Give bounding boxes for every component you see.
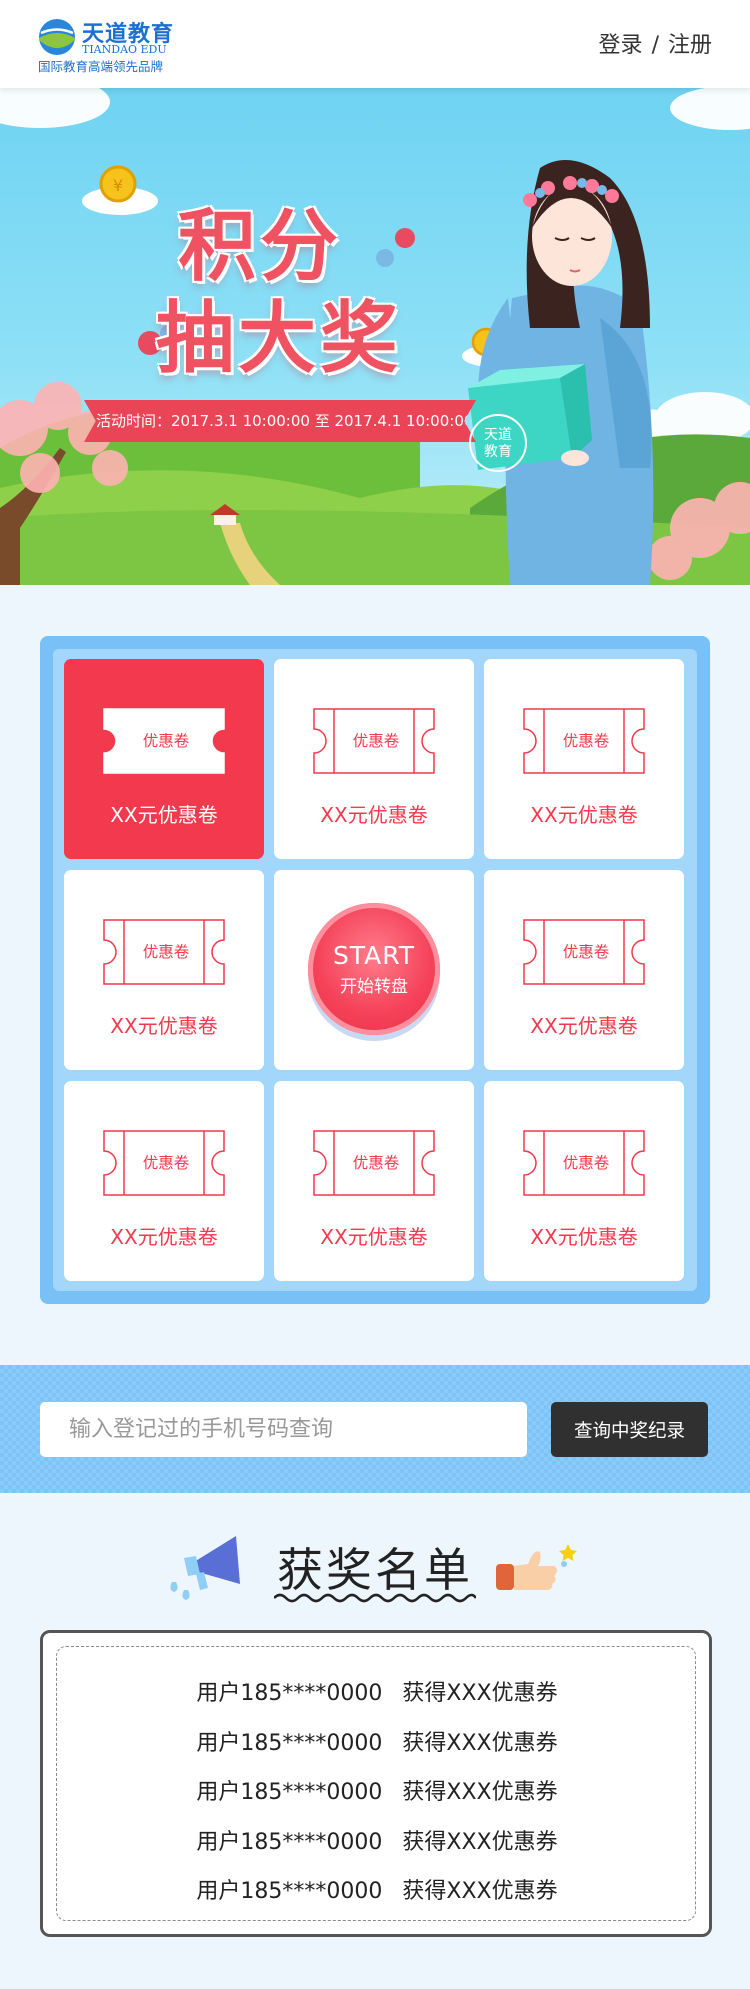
ticket-label: 优惠卷 <box>352 1154 400 1172</box>
start-label-cn: 开始转盘 <box>340 977 408 997</box>
prize-cell[interactable]: 优惠卷 XX元优惠卷 <box>64 659 264 859</box>
logo-english-name: TIANDAO EDU <box>82 43 167 56</box>
lottery-grid-inner: 优惠卷 XX元优惠卷 优惠卷 XX元优惠卷 优惠卷 XX元优惠卷 优惠卷 XX元… <box>53 649 697 1291</box>
ticket-label: 优惠卷 <box>142 732 190 750</box>
prize-cell[interactable]: 优惠卷 XX元优惠卷 <box>484 870 684 1070</box>
start-label-en: START <box>332 941 416 970</box>
svg-text:¥: ¥ <box>113 176 123 195</box>
thumbs-up-icon <box>496 1544 577 1590</box>
prize-cell[interactable]: 优惠卷 XX元优惠卷 <box>484 1081 684 1281</box>
winner-row: 用户185****0000 获得XXX优惠券 <box>57 1774 697 1806</box>
winner-row: 用户185****0000 获得XXX优惠券 <box>57 1824 697 1856</box>
prize-cell[interactable]: 优惠卷 XX元优惠卷 <box>274 1081 474 1281</box>
gift-box-label-line1: 天道 <box>484 427 512 443</box>
phone-search-input[interactable] <box>40 1402 527 1457</box>
winners-list: 用户185****0000 获得XXX优惠券 用户185****0000 获得XXX优… <box>56 1646 696 1921</box>
top-header: 天道教育 TIANDAO EDU 国际教育高端领先品牌 登录 / 注册 <box>0 0 750 88</box>
lottery-grid: 优惠卷 XX元优惠卷 优惠卷 XX元优惠卷 优惠卷 XX元优惠卷 优惠卷 XX元… <box>40 636 710 1304</box>
prize-label: XX元优惠卷 <box>320 1225 428 1249</box>
ticket-label: 优惠卷 <box>142 1154 190 1172</box>
ticket-label: 优惠卷 <box>562 943 610 961</box>
prize-label: XX元优惠卷 <box>530 1014 638 1038</box>
prize-label: XX元优惠卷 <box>530 1225 638 1249</box>
brand-logo[interactable]: 天道教育 TIANDAO EDU 国际教育高端领先品牌 <box>38 14 198 74</box>
winner-user: 用户185****0000 <box>196 1879 383 1904</box>
winner-prize: 获得XXX优惠券 <box>402 1730 558 1756</box>
ticket-label: 优惠卷 <box>562 732 610 750</box>
winner-user: 用户185****0000 <box>196 1780 383 1805</box>
query-section: 查询中奖纪录 <box>0 1365 750 1493</box>
winner-row: 用户185****0000 获得XXX优惠券 <box>57 1725 697 1757</box>
prize-label: XX元优惠卷 <box>530 803 638 827</box>
query-records-button[interactable]: 查询中奖纪录 <box>551 1402 708 1457</box>
auth-links: 登录 / 注册 <box>599 27 712 59</box>
winner-user: 用户185****0000 <box>196 1730 383 1756</box>
winner-prize: 获得XXX优惠券 <box>402 1829 558 1855</box>
prize-cell[interactable]: 优惠卷 XX元优惠卷 <box>484 659 684 859</box>
winners-list-box: 用户185****0000 获得XXX优惠券 用户185****0000 获得XXX优… <box>40 1630 712 1937</box>
winners-heading: 获奖名单 <box>0 1520 750 1620</box>
title-underline-wave <box>274 1593 476 1603</box>
login-link[interactable]: 登录 <box>599 27 643 59</box>
winner-user: 用户185****0000 <box>196 1681 383 1706</box>
prize-cell[interactable]: 优惠卷 XX元优惠卷 <box>64 1081 264 1281</box>
logo-icon <box>39 19 75 55</box>
prize-label: XX元优惠卷 <box>110 1014 218 1038</box>
winners-title: 获奖名单 <box>277 1543 473 1597</box>
winner-prize: 获得XXX优惠券 <box>402 1681 558 1706</box>
register-link[interactable]: 注册 <box>668 27 712 59</box>
gift-box-label-line2: 教育 <box>484 444 512 460</box>
prize-label: XX元优惠卷 <box>110 803 218 827</box>
ticket-label: 优惠卷 <box>352 732 400 750</box>
logo-slogan: 国际教育高端领先品牌 <box>38 59 164 74</box>
auth-separator: / <box>651 33 659 58</box>
ticket-label: 优惠卷 <box>142 943 190 961</box>
winner-row: 用户185****0000 获得XXX优惠券 <box>57 1873 697 1905</box>
winner-prize: 获得XXX优惠券 <box>402 1879 558 1904</box>
megaphone-icon <box>170 1536 240 1600</box>
coin-icon: ¥ <box>82 165 158 215</box>
start-cell: START 开始转盘 <box>274 870 474 1070</box>
activity-time-ribbon: 活动时间：2017.3.1 10:00:00 至 2017.4.1 10:00:… <box>84 400 476 442</box>
winner-prize: 获得XXX优惠券 <box>402 1780 558 1805</box>
prize-label: XX元优惠卷 <box>320 803 428 827</box>
banner-title-line2: 抽大奖 <box>156 293 403 384</box>
winner-row: 用户185****0000 获得XXX优惠券 <box>57 1675 697 1707</box>
winner-user: 用户185****0000 <box>196 1829 383 1855</box>
prize-cell[interactable]: 优惠卷 XX元优惠卷 <box>64 870 264 1070</box>
ticket-label: 优惠卷 <box>562 1154 610 1172</box>
prize-label: XX元优惠卷 <box>110 1225 218 1249</box>
star-icon <box>559 1544 577 1561</box>
hero-banner: ¥ 积分 抽大奖 活动时间：2017.3.1 10:00:00 至 2017.4… <box>0 88 750 585</box>
start-spin-button[interactable]: START 开始转盘 <box>308 903 440 1035</box>
prize-cell[interactable]: 优惠卷 XX元优惠卷 <box>274 659 474 859</box>
gift-box-logo: 天道 教育 <box>469 414 527 472</box>
